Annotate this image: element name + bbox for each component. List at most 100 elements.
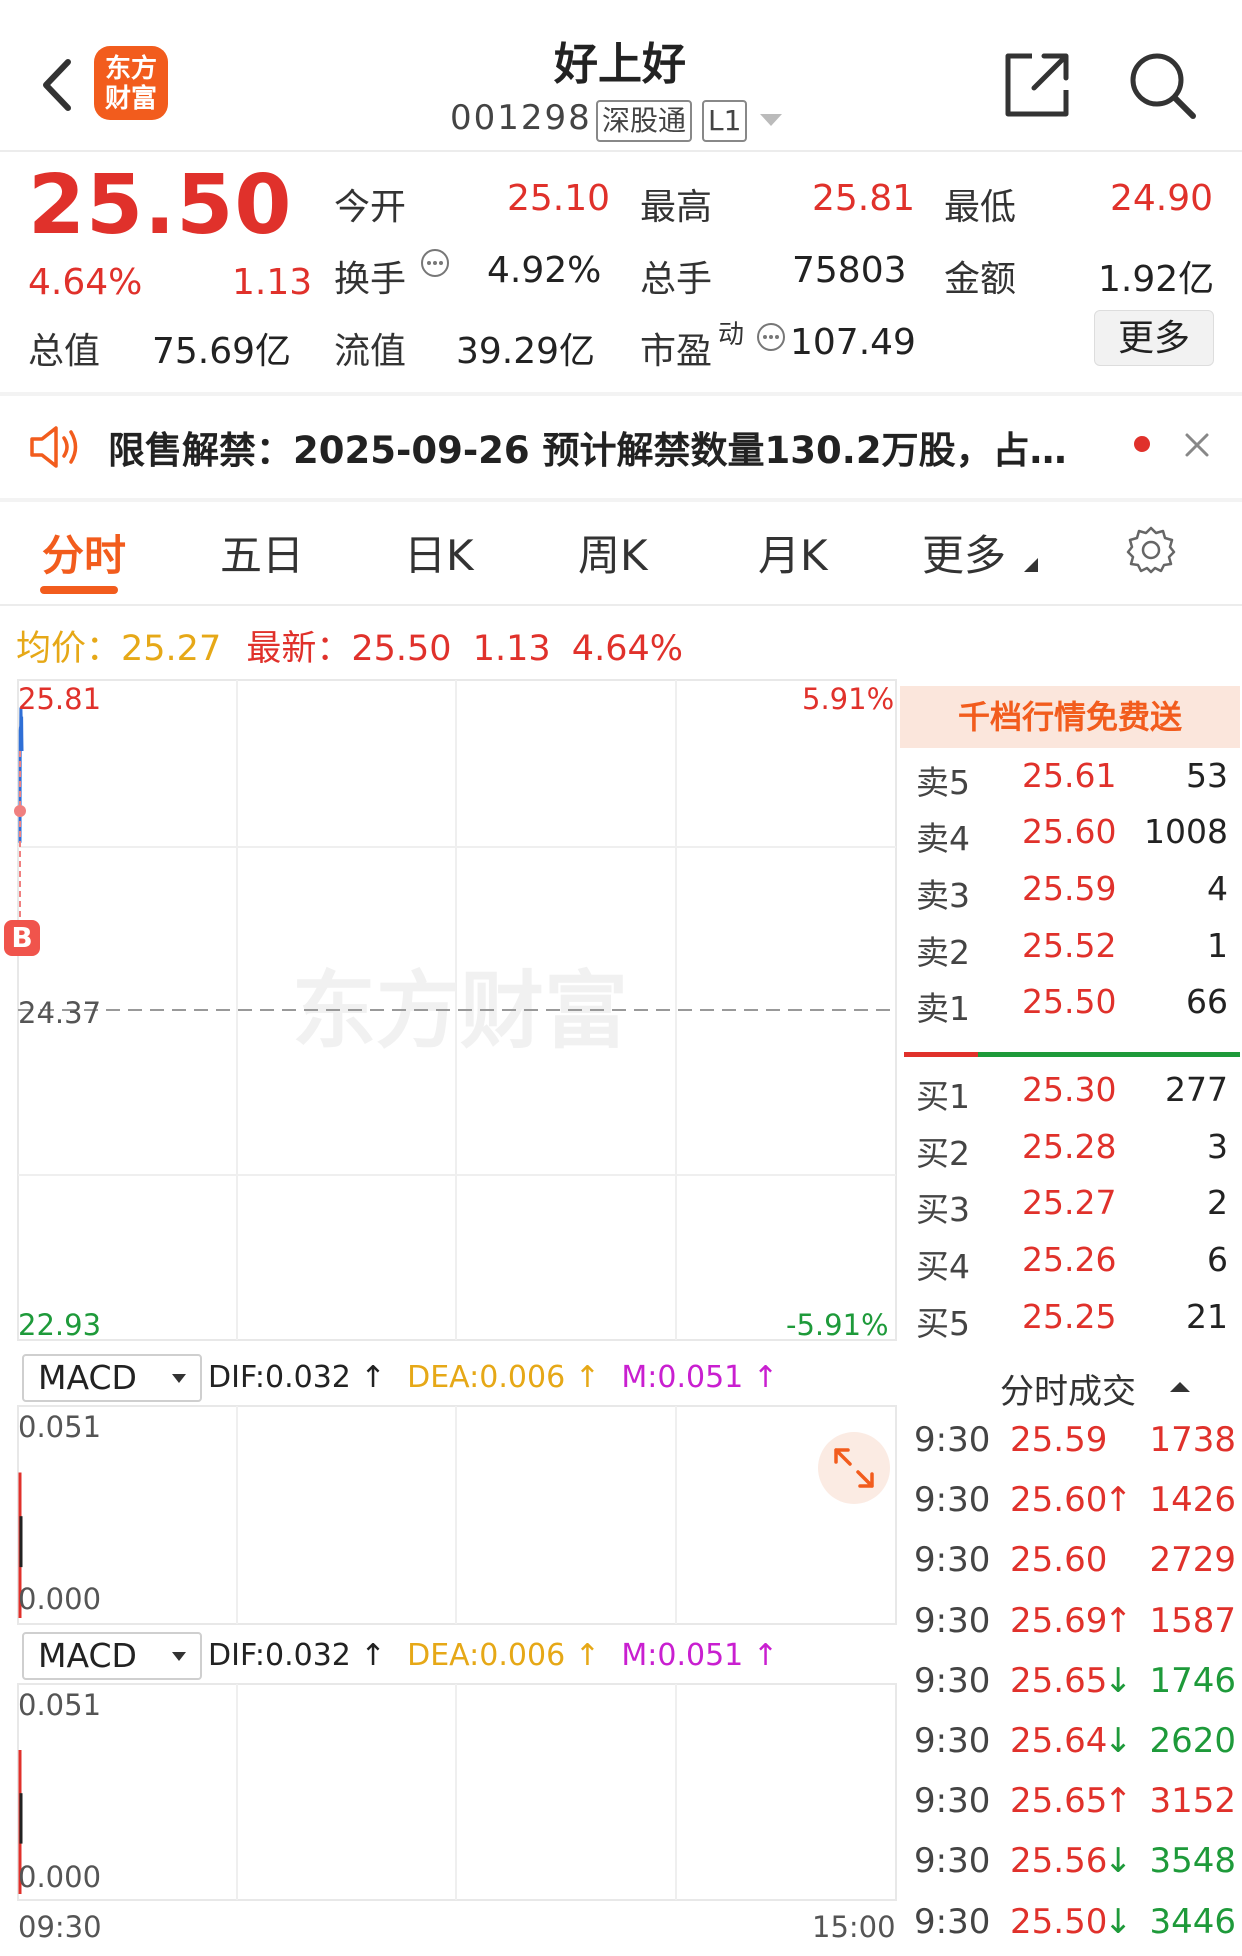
ask-price: 25.59 (1022, 869, 1117, 908)
ask-row-2[interactable]: 卖4 25.60 1008 (912, 812, 1232, 868)
ask-price: 25.52 (1022, 926, 1117, 965)
tab-five-day[interactable]: 五日 (220, 522, 304, 583)
bid-row-5[interactable]: 买5 25.25 21 (912, 1297, 1232, 1353)
search-icon[interactable] (1125, 48, 1199, 122)
pe-info-icon[interactable] (756, 322, 786, 352)
buy-marker[interactable]: B (4, 920, 40, 956)
tick-qty: 3152 (1149, 1781, 1236, 1821)
tab-daily-k[interactable]: 日K (404, 522, 474, 583)
tick-qty: 3548 (1149, 1841, 1236, 1881)
amount-value: 1.92亿 (1098, 259, 1215, 300)
down-arrow-icon: ↓ (1104, 1721, 1133, 1761)
tick-row[interactable]: 9:30 25.50 ↓ 3446 (914, 1902, 1240, 1956)
bid-price: 25.27 (1022, 1183, 1117, 1222)
expand-chart-button[interactable] (818, 1432, 890, 1504)
macd-1-m: M:0.051 (621, 1360, 744, 1395)
tick-qty: 1426 (1149, 1480, 1236, 1520)
macd-2-dif-arrow-icon: ↑ (360, 1638, 386, 1673)
orderbook-divider-ask (904, 1052, 978, 1057)
tab-more-corner-icon (1024, 558, 1038, 572)
tick-row[interactable]: 9:30 25.60 ↑ 1426 (914, 1480, 1240, 1540)
stock-switch-chevron-down-icon[interactable] (760, 114, 782, 126)
turnover-value: 4.92% (487, 250, 602, 291)
orderbook-divider-bid (978, 1052, 1240, 1057)
up-arrow-icon: ↑ (1104, 1601, 1133, 1641)
bid-row-2[interactable]: 买2 25.28 3 (912, 1127, 1232, 1183)
market-cap-value: 75.69亿 (152, 331, 292, 372)
ask-row-1[interactable]: 卖5 25.61 53 (912, 756, 1232, 812)
macd-2-dropdown-icon (172, 1652, 186, 1661)
bid-price: 25.25 (1022, 1297, 1117, 1336)
tick-time: 9:30 (914, 1781, 991, 1821)
macd-2-bottom-label: 0.000 (18, 1860, 102, 1894)
tab-intraday[interactable]: 分时 (42, 522, 126, 583)
macd-1-name: MACD (38, 1358, 137, 1397)
bid-label: 买3 (916, 1190, 970, 1229)
tick-row[interactable]: 9:30 25.69 ↑ 1587 (914, 1601, 1240, 1661)
tab-monthly-k[interactable]: 月K (758, 522, 828, 583)
macd-2-dif: DIF:0.032 (208, 1638, 351, 1673)
down-arrow-icon: ↓ (1104, 1902, 1133, 1942)
open-label: 今开 (334, 187, 407, 228)
ask-qty: 66 (1186, 982, 1228, 1021)
macd-1-selector[interactable]: MACD (22, 1354, 202, 1402)
macd-2-values: DIF:0.032 ↑ DEA:0.006 ↑ M:0.051 ↑ (208, 1638, 778, 1673)
macd-1-bottom-label: 0.000 (18, 1582, 102, 1616)
tick-row[interactable]: 9:30 25.60 2729 (914, 1540, 1240, 1600)
down-arrow-icon: ↓ (1104, 1661, 1133, 1701)
macd-1-dea: DEA:0.006 (407, 1360, 566, 1395)
bid-qty: 21 (1186, 1297, 1228, 1336)
bid-price: 25.28 (1022, 1127, 1117, 1166)
intraday-chart[interactable]: 东方财富 (0, 678, 900, 1956)
ask-row-4[interactable]: 卖2 25.52 1 (912, 926, 1232, 982)
macd-1-values: DIF:0.032 ↑ DEA:0.006 ↑ M:0.051 ↑ (208, 1360, 778, 1395)
tick-row[interactable]: 9:30 25.56 ↓ 3548 (914, 1841, 1240, 1901)
tab-weekly-k[interactable]: 周K (578, 522, 648, 583)
bid-price: 25.30 (1022, 1070, 1117, 1109)
tick-row[interactable]: 9:30 25.65 ↓ 1746 (914, 1661, 1240, 1721)
macd-2-m: M:0.051 (621, 1638, 744, 1673)
macd-2-dea-arrow-icon: ↑ (574, 1638, 600, 1673)
close-icon[interactable] (1180, 428, 1214, 462)
ask-row-5[interactable]: 卖1 25.50 66 (912, 982, 1232, 1038)
low-label: 最低 (944, 187, 1017, 228)
tick-price: 25.60 (1010, 1480, 1108, 1520)
tick-price: 25.59 (1010, 1420, 1108, 1460)
ask-row-3[interactable]: 卖3 25.59 4 (912, 869, 1232, 925)
notice-text[interactable]: 限售解禁：2025-09-26 预计解禁数量130.2万股，占… (108, 420, 1067, 474)
macd-1-dif-arrow-icon: ↑ (360, 1360, 386, 1395)
x-end-label: 15:00 (812, 1910, 896, 1944)
macd-2-selector[interactable]: MACD (22, 1632, 202, 1680)
bid-label: 买5 (916, 1304, 970, 1343)
more-quote-button[interactable]: 更多 (1094, 310, 1214, 366)
macd-1-dropdown-icon (172, 1374, 186, 1383)
ask-label: 卖3 (916, 876, 970, 915)
ask-price: 25.50 (1022, 982, 1117, 1021)
change-percent: 4.64% (28, 262, 143, 303)
bid-row-3[interactable]: 买3 25.27 2 (912, 1183, 1232, 1239)
amount-label: 金额 (944, 259, 1017, 300)
chart-grid (17, 679, 897, 1901)
tick-qty: 2729 (1149, 1540, 1236, 1580)
tabs-divider (0, 604, 1242, 606)
ask-qty: 4 (1207, 869, 1228, 908)
ticks-title[interactable]: 分时成交 (1000, 1364, 1136, 1413)
pct-min-label: -5.91% (786, 1308, 889, 1342)
ticks-collapse-chevron-up-icon[interactable] (1170, 1382, 1190, 1392)
turnover-info-icon[interactable] (420, 248, 450, 278)
bid-row-4[interactable]: 买4 25.26 6 (912, 1240, 1232, 1296)
tick-row[interactable]: 9:30 25.64 ↓ 2620 (914, 1721, 1240, 1781)
orderbook-promo-header[interactable]: 千档行情免费送 (900, 686, 1240, 748)
gear-icon[interactable] (1126, 525, 1176, 575)
turnover-label: 换手 (334, 259, 407, 300)
macd-1-dea-arrow-icon: ↑ (574, 1360, 600, 1395)
tick-price: 25.65 (1010, 1781, 1108, 1821)
tick-row[interactable]: 9:30 25.65 ↑ 3152 (914, 1781, 1240, 1841)
pct-max-label: 5.91% (802, 682, 895, 716)
bid-row-1[interactable]: 买1 25.30 277 (912, 1070, 1232, 1126)
avg-price-value: 25.27 (121, 629, 222, 669)
tick-row[interactable]: 9:30 25.59 1738 (914, 1420, 1240, 1480)
tab-more[interactable]: 更多 (922, 522, 1006, 583)
back-arrow-icon[interactable] (30, 50, 86, 120)
share-icon[interactable] (1000, 48, 1074, 122)
